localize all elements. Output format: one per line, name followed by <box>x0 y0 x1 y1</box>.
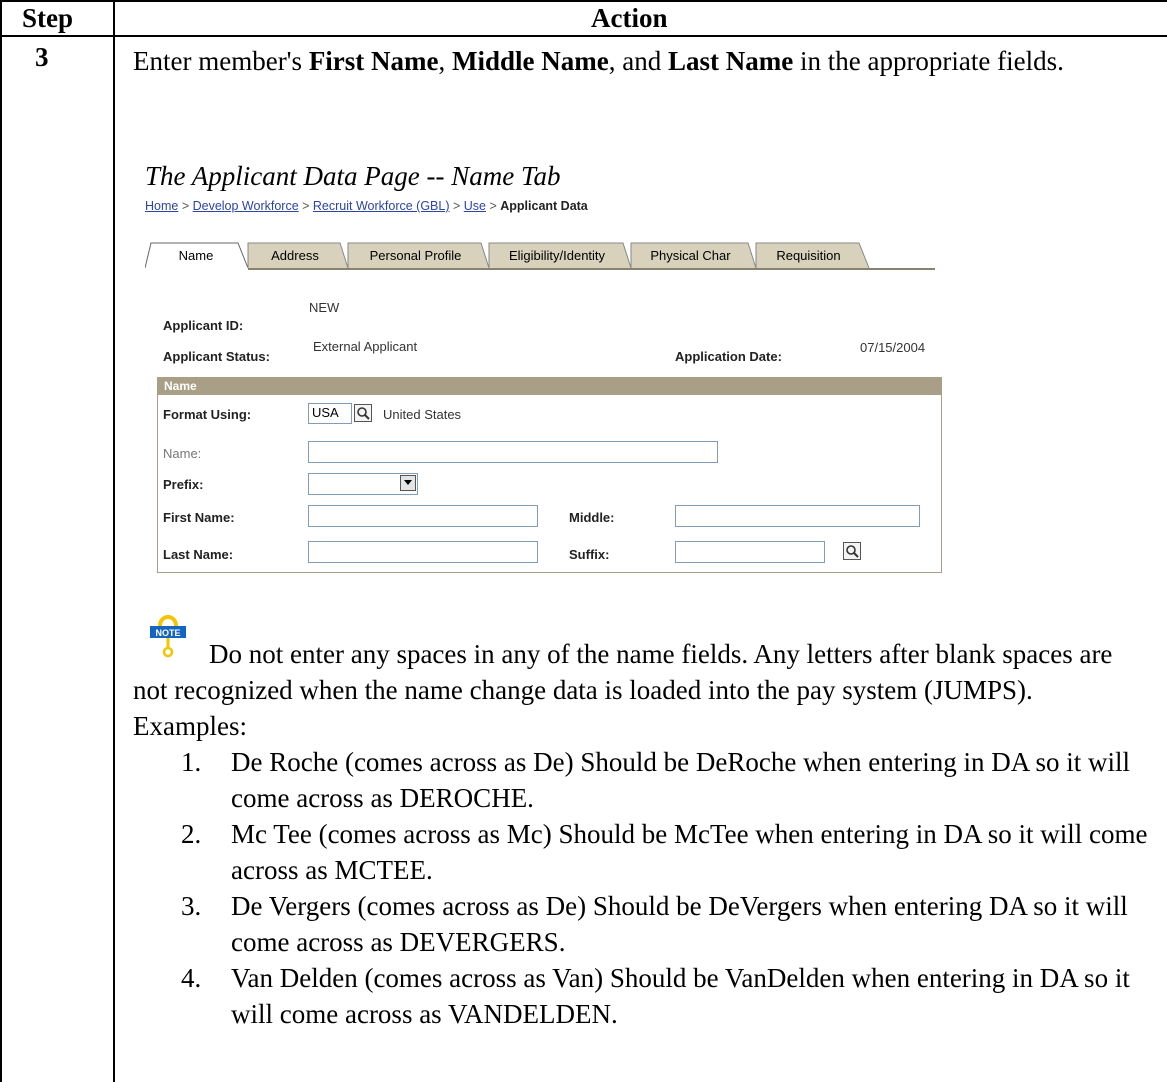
suffix-lookup-button[interactable] <box>843 542 861 560</box>
magnifier-icon <box>357 407 370 420</box>
format-using-label: Format Using: <box>163 407 252 422</box>
table-header-border <box>0 35 1167 37</box>
magnifier-icon <box>846 545 859 558</box>
table-left-border <box>0 0 2 1082</box>
breadcrumb-current: Applicant Data <box>500 199 588 213</box>
list-item-number: 2. <box>181 819 202 849</box>
breadcrumb: Home > Develop Workforce > Recruit Workf… <box>145 199 588 213</box>
action-column-header: Action <box>591 3 668 33</box>
format-country-label: United States <box>383 407 462 422</box>
applicant-id-value: NEW <box>309 300 340 315</box>
step-number: 3 <box>35 42 49 72</box>
chevron-down-icon <box>404 480 412 485</box>
last-name-term: Last Name <box>667 46 794 76</box>
suffix-field[interactable] <box>675 541 825 563</box>
application-date-value: 07/15/2004 <box>860 340 926 355</box>
middle-name-term: Middle Name <box>452 46 609 76</box>
tab-requisition[interactable]: Requisition <box>757 242 860 268</box>
page-tabs: Name Address Personal Profile Eligibilit… <box>145 242 935 269</box>
instruction-text: Enter member's <box>133 46 309 76</box>
applicant-status-value: External Applicant <box>313 339 418 354</box>
table-top-border <box>0 0 1167 2</box>
table-column-divider <box>113 0 115 1082</box>
examples-list: 1. De Roche (comes across as De) Should b… <box>133 744 1153 1032</box>
list-item: 3. De Vergers (comes across as De) Should… <box>133 888 1153 960</box>
list-item-text: De Roche (comes across as De) Should be … <box>231 747 1131 813</box>
list-item: 1. De Roche (comes across as De) Should b… <box>133 744 1153 816</box>
name-group-header: Name <box>158 378 941 395</box>
instruction-text: in the appropriate fields. <box>793 46 1064 76</box>
step-column-header: Step <box>22 3 74 33</box>
list-item-number: 4. <box>181 963 202 993</box>
list-item-text: De Vergers (comes across as De) Should b… <box>231 891 1128 957</box>
breadcrumb-separator: > <box>298 199 313 213</box>
note-block: Do not enter any spaces in any of the na… <box>133 636 1153 1032</box>
application-date-label: Application Date: <box>675 349 782 364</box>
applicant-status-label: Applicant Status: <box>163 349 270 364</box>
note-paragraph: Do not enter any spaces in any of the na… <box>133 639 1113 741</box>
step-instruction: Enter member's First Name, Middle Name, … <box>133 43 1153 79</box>
list-item: 2. Mc Tee (comes across as Mc) Should be … <box>133 816 1153 888</box>
tab-personal-profile[interactable]: Personal Profile <box>349 242 482 268</box>
first-name-term: First Name <box>308 46 439 76</box>
screenshot-caption: The Applicant Data Page -- Name Tab <box>145 161 561 191</box>
middle-name-field[interactable] <box>675 505 920 527</box>
tab-baseline <box>248 268 935 270</box>
middle-label: Middle: <box>569 510 615 525</box>
tab-eligibility-identity[interactable]: Eligibility/Identity <box>490 242 624 268</box>
last-name-label: Last Name: <box>163 547 234 562</box>
breadcrumb-separator: > <box>449 199 464 213</box>
last-name-field[interactable] <box>308 541 538 563</box>
breadcrumb-separator: > <box>486 199 501 213</box>
breadcrumb-use[interactable]: Use <box>464 199 486 213</box>
list-item-text: Van Delden (comes across as Van) Should … <box>231 963 1130 1029</box>
format-lookup-button[interactable] <box>354 404 372 422</box>
suffix-label: Suffix: <box>569 547 610 562</box>
prefix-label: Prefix: <box>163 477 204 492</box>
first-name-label: First Name: <box>163 510 235 525</box>
name-field[interactable] <box>308 441 718 463</box>
name-label: Name: <box>163 446 202 461</box>
format-using-field[interactable]: USA <box>308 403 352 424</box>
tab-address[interactable]: Address <box>249 242 341 268</box>
tab-name[interactable]: Name <box>153 242 239 268</box>
list-item-number: 1. <box>181 747 202 777</box>
prefix-dropdown-button[interactable] <box>400 475 416 491</box>
breadcrumb-home[interactable]: Home <box>145 199 178 213</box>
instruction-sep: , and <box>608 46 668 76</box>
applicant-id-label: Applicant ID: <box>163 318 244 333</box>
list-item-text: Mc Tee (comes across as Mc) Should be Mc… <box>231 819 1148 885</box>
breadcrumb-recruit-workforce[interactable]: Recruit Workforce (GBL) <box>313 199 450 213</box>
breadcrumb-develop-workforce[interactable]: Develop Workforce <box>193 199 299 213</box>
tab-physical-char[interactable]: Physical Char <box>632 242 749 268</box>
breadcrumb-separator: > <box>178 199 193 213</box>
instruction-sep: , <box>438 46 453 76</box>
list-item-number: 3. <box>181 891 202 921</box>
first-name-field[interactable] <box>308 505 538 527</box>
list-item: 4. Van Delden (comes across as Van) Shoul… <box>133 960 1153 1032</box>
